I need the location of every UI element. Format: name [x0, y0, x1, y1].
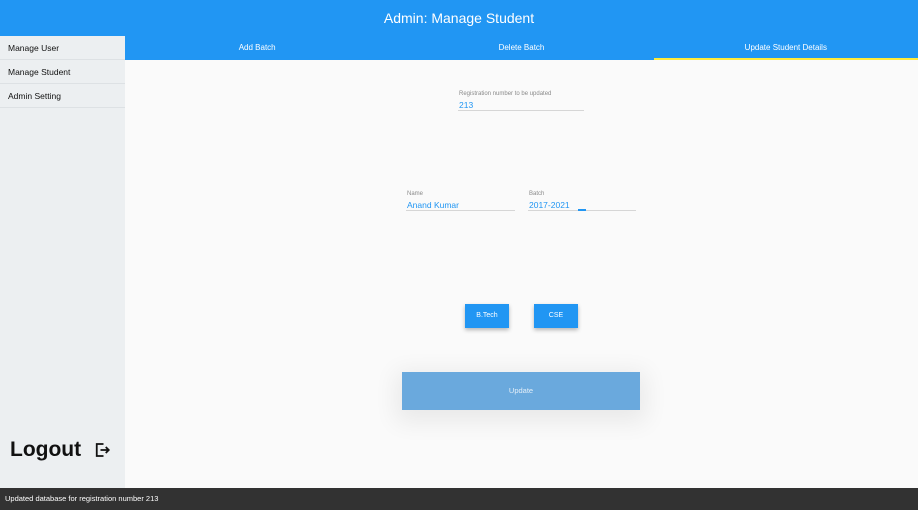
logout-button[interactable]: Logout — [10, 438, 111, 462]
snackbar-message: Updated database for registration number… — [5, 494, 159, 503]
tab-bar: Add Batch Delete Batch Update Student De… — [125, 36, 918, 60]
page-title: Admin: Manage Student — [383, 10, 535, 26]
main-content: Registration number to be updated 213 Na… — [125, 60, 918, 488]
logout-label: Logout — [10, 438, 82, 461]
tab-add-batch[interactable]: Add Batch — [125, 36, 389, 60]
snackbar: Updated database for registration number… — [0, 488, 918, 510]
name-field[interactable]: Name Anand Kumar — [406, 191, 515, 211]
app-bar: Admin: Manage Student — [0, 0, 918, 36]
update-button[interactable]: Update — [402, 372, 640, 410]
batch-label: Batch — [529, 191, 545, 197]
name-value: Anand Kumar — [407, 200, 459, 210]
registration-number-label: Registration number to be updated — [459, 91, 552, 97]
cse-button[interactable]: CSE — [534, 304, 578, 328]
sidebar: Manage User Manage Student Admin Setting… — [0, 36, 125, 488]
batch-field[interactable]: Batch 2017-2021 — [528, 191, 636, 211]
tab-delete-batch[interactable]: Delete Batch — [389, 36, 653, 60]
sidebar-item-manage-user[interactable]: Manage User — [0, 36, 125, 60]
text-cursor — [578, 209, 586, 211]
name-label: Name — [407, 191, 424, 197]
registration-number-value: 213 — [459, 100, 474, 110]
sidebar-item-manage-student[interactable]: Manage Student — [0, 60, 125, 84]
registration-number-field[interactable]: Registration number to be updated 213 — [458, 91, 584, 111]
logout-icon — [95, 443, 111, 457]
btech-button[interactable]: B.Tech — [465, 304, 509, 328]
sidebar-item-admin-setting[interactable]: Admin Setting — [0, 84, 125, 108]
batch-value: 2017-2021 — [529, 200, 570, 210]
tab-update-student-details[interactable]: Update Student Details — [653, 36, 918, 60]
